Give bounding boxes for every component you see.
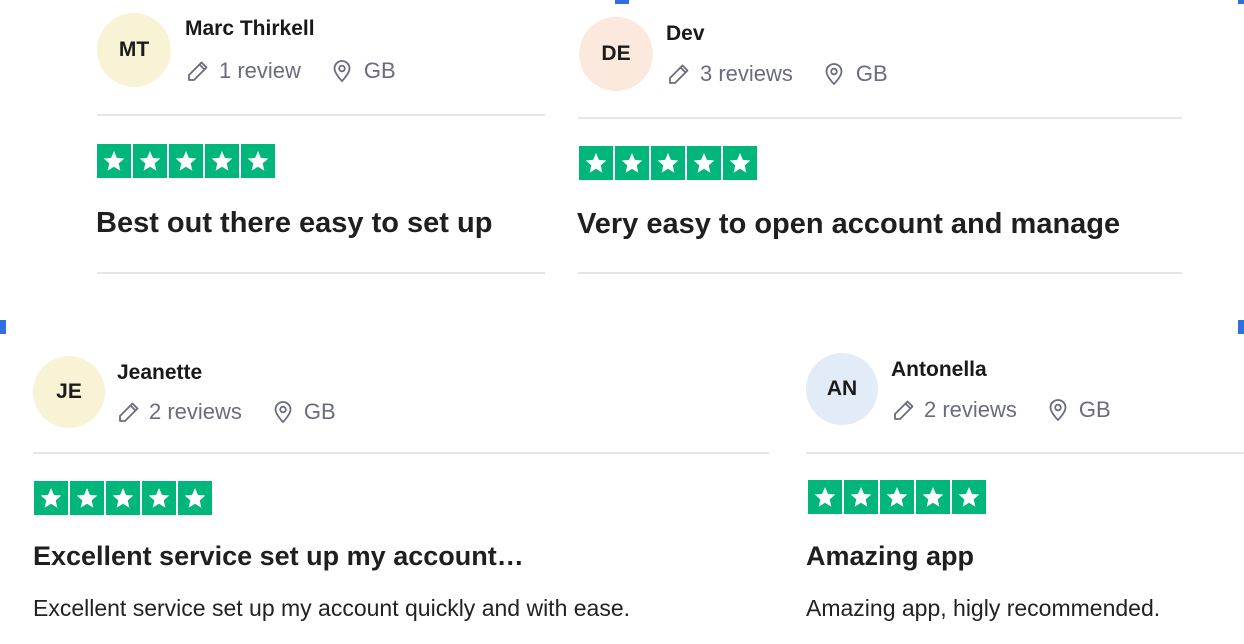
star-icon (808, 480, 842, 514)
reviewer-name[interactable]: Antonella (891, 358, 987, 382)
star-rating (579, 146, 757, 180)
pencil-icon (186, 59, 210, 83)
location-pin-icon (823, 62, 845, 86)
star-icon (34, 481, 68, 515)
pencil-icon (892, 398, 916, 422)
avatar[interactable]: AN (806, 353, 878, 425)
location-pin-icon (272, 400, 294, 424)
star-icon (169, 144, 203, 178)
star-icon (952, 480, 986, 514)
star-icon (880, 480, 914, 514)
star-rating (34, 481, 212, 515)
reviewer-meta: 2 reviews GB (892, 396, 1111, 424)
star-icon (687, 146, 721, 180)
selection-handle (1238, 320, 1244, 334)
pencil-icon (117, 400, 141, 424)
divider (97, 114, 545, 116)
star-rating (808, 480, 986, 514)
avatar[interactable]: MT (97, 13, 171, 87)
reviewer-country: GB (855, 61, 888, 86)
star-icon (205, 144, 239, 178)
divider (806, 452, 1244, 454)
reviewer-country: GB (303, 399, 336, 424)
review-text: Amazing app, higly recommended. (806, 595, 1161, 621)
reviewer-meta: 1 review GB (186, 57, 396, 85)
location-pin-icon (1047, 398, 1069, 422)
star-icon (615, 146, 649, 180)
reviewer-meta: 2 reviews GB (117, 398, 336, 426)
star-icon (142, 481, 176, 515)
divider (578, 272, 1182, 274)
reviewer-name[interactable]: Marc Thirkell (185, 17, 315, 41)
reviewer-country: GB (363, 58, 396, 83)
selection-handle (615, 0, 629, 4)
star-icon (133, 144, 167, 178)
review-count: 2 reviews (924, 397, 1017, 422)
divider (97, 272, 545, 274)
star-icon (106, 481, 140, 515)
divider (578, 117, 1182, 119)
star-icon (241, 144, 275, 178)
selection-handle (0, 320, 6, 334)
star-icon (97, 144, 131, 178)
review-count: 3 reviews (700, 61, 793, 86)
avatar[interactable]: JE (33, 356, 105, 428)
star-icon (723, 146, 757, 180)
avatar[interactable]: DE (579, 17, 653, 91)
reviewer-meta: 3 reviews GB (667, 60, 888, 88)
star-icon (844, 480, 878, 514)
divider (33, 452, 769, 454)
star-icon (651, 146, 685, 180)
review-title[interactable]: Best out there easy to set up (96, 207, 492, 240)
review-title[interactable]: Amazing app (806, 541, 974, 572)
reviewer-name[interactable]: Jeanette (117, 361, 202, 385)
pencil-icon (667, 62, 691, 86)
review-text: Excellent service set up my account quic… (33, 595, 631, 621)
star-icon (70, 481, 104, 515)
location-pin-icon (331, 59, 353, 83)
star-rating (97, 144, 275, 178)
star-icon (579, 146, 613, 180)
star-icon (916, 480, 950, 514)
review-title[interactable]: Very easy to open account and manage (577, 208, 1120, 241)
star-icon (178, 481, 212, 515)
review-count: 1 review (219, 58, 301, 83)
reviewer-name[interactable]: Dev (666, 22, 705, 46)
review-title[interactable]: Excellent service set up my account… (33, 541, 524, 572)
reviewer-country: GB (1078, 397, 1111, 422)
review-count: 2 reviews (149, 399, 242, 424)
selection-handle (1238, 0, 1244, 4)
